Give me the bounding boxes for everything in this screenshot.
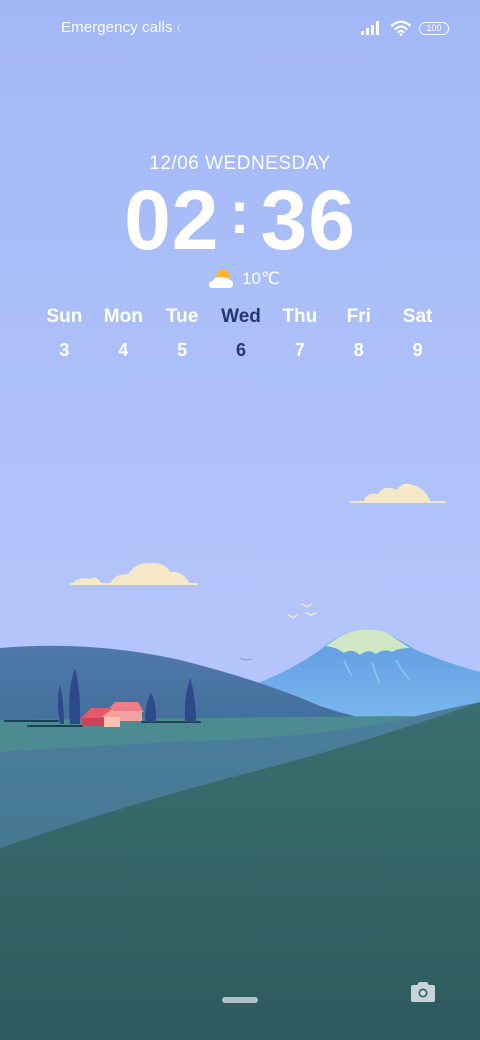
lockscreen-clock: 02:36 <box>0 178 480 262</box>
weekday-date: 8 <box>353 340 364 360</box>
weekday-date: 6 <box>236 340 247 360</box>
weather-widget: 10℃ <box>0 268 480 290</box>
clock-hours: 02 <box>124 173 220 267</box>
camera-icon[interactable] <box>408 978 438 1006</box>
signal-bars-icon <box>361 21 379 35</box>
weekday-name: Fri <box>346 306 371 327</box>
battery-indicator: 100 <box>419 21 449 35</box>
weekday-date: 9 <box>412 340 423 360</box>
weekday-fri: Fri 8 <box>329 306 388 361</box>
weekday-date: 3 <box>59 340 70 360</box>
weekday-date: 7 <box>294 340 305 360</box>
carrier-status-text: Emergency calls only <box>61 19 183 36</box>
weekday-wed-current: Wed 6 <box>212 306 271 361</box>
weekday-sat: Sat 9 <box>388 306 447 361</box>
weekday-tue: Tue 5 <box>153 306 212 361</box>
weekday-date: 5 <box>177 340 188 360</box>
weekday-mon: Mon 4 <box>94 306 153 361</box>
partly-cloudy-icon <box>208 269 233 288</box>
status-bar: Emergency calls only 100 <box>0 0 480 56</box>
home-indicator[interactable] <box>222 997 258 1003</box>
weekday-name: Tue <box>165 306 199 327</box>
status-icons: 100 <box>361 18 449 38</box>
weekday-name: Thu <box>282 306 318 327</box>
temperature: 10℃ <box>241 269 280 288</box>
clock-colon: : <box>229 179 251 246</box>
weekday-name: Mon <box>103 306 143 327</box>
weekday-name: Sat <box>402 306 433 327</box>
clock-minutes: 36 <box>260 173 356 267</box>
lockscreen-date: 12/06 WEDNESDAY <box>149 153 331 174</box>
weekday-name: Sun <box>46 306 83 327</box>
weekday-thu: Thu 7 <box>270 306 329 361</box>
weekday-date: 4 <box>118 340 129 360</box>
wifi-icon <box>391 20 411 36</box>
weekday-name: Wed <box>221 306 261 327</box>
weekday-sun: Sun 3 <box>35 306 94 361</box>
week-calendar: Sun 3 Mon 4 Tue 5 Wed 6 Thu 7 Fri 8 Sat … <box>35 306 447 361</box>
